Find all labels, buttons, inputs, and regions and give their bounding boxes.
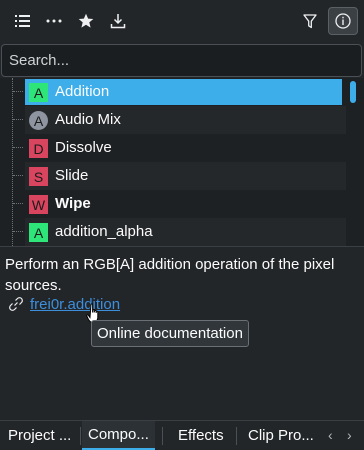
- item-label: Slide: [55, 167, 89, 184]
- tab-compositions[interactable]: Compo...: [82, 421, 155, 450]
- download-icon: [110, 14, 126, 29]
- scrollbar-thumb[interactable]: [350, 81, 356, 103]
- tab-effects[interactable]: Effects: [178, 421, 224, 450]
- list-item[interactable]: S Slide: [0, 162, 346, 190]
- effect-description: Perform an RGB[A] addition operation of …: [5, 256, 335, 294]
- item-badge: A: [29, 223, 48, 242]
- toolbar: [0, 0, 364, 42]
- list-view-button[interactable]: [9, 8, 37, 34]
- list-item[interactable]: A Audio Mix: [0, 106, 346, 134]
- tab-clip-properties[interactable]: Clip Pro...: [248, 421, 314, 450]
- tab-scroll-right-icon[interactable]: ›: [347, 427, 352, 443]
- list-scrollbar[interactable]: [347, 78, 360, 246]
- list-item[interactable]: W Wipe: [0, 190, 346, 218]
- tree-branch: [13, 119, 23, 120]
- tree-branch: [13, 147, 23, 148]
- favorites-button[interactable]: [72, 8, 100, 34]
- item-badge: A: [29, 111, 48, 130]
- divider: [0, 246, 364, 247]
- tooltip: Online documentation: [91, 320, 249, 347]
- more-icon: [46, 19, 62, 23]
- tree-branch: [13, 91, 23, 92]
- composition-panel: A Addition A Audio Mix D Dissolve S Slid…: [0, 0, 364, 450]
- tab-separator: [80, 427, 81, 445]
- download-button[interactable]: [104, 8, 132, 34]
- tab-scroll-left-icon[interactable]: ‹: [328, 427, 333, 443]
- item-label: Dissolve: [55, 139, 112, 156]
- search-box[interactable]: [1, 44, 362, 77]
- search-input[interactable]: [9, 52, 349, 69]
- more-options-button[interactable]: [40, 8, 68, 34]
- list-item[interactable]: D Dissolve: [0, 134, 346, 162]
- item-badge: W: [29, 195, 48, 214]
- item-badge: D: [29, 139, 48, 158]
- bottom-tab-bar: Project ... Compo... Effects Clip Pro...…: [0, 420, 364, 450]
- tree-branch: [13, 203, 23, 204]
- star-icon: [78, 13, 94, 28]
- list-item[interactable]: A addition_alpha: [0, 218, 346, 246]
- item-label: Addition: [55, 83, 110, 100]
- tab-separator: [162, 427, 163, 445]
- filter-icon: [303, 13, 317, 28]
- tree-branch: [13, 231, 23, 232]
- item-badge: S: [29, 167, 48, 186]
- list-item[interactable]: A Addition: [0, 78, 346, 106]
- list-icon: [15, 15, 30, 27]
- composition-list[interactable]: A Addition A Audio Mix D Dissolve S Slid…: [0, 78, 364, 246]
- info-button[interactable]: [328, 7, 358, 35]
- item-badge: A: [29, 83, 48, 102]
- item-label: addition_alpha: [55, 223, 153, 240]
- tree-branch: [13, 175, 23, 176]
- tab-separator: [236, 427, 237, 445]
- documentation-link-text[interactable]: frei0r.addition: [30, 296, 120, 313]
- info-icon: [335, 13, 351, 29]
- item-label: Wipe: [55, 195, 91, 212]
- item-label: Audio Mix: [55, 111, 121, 128]
- filter-button[interactable]: [296, 8, 324, 34]
- tab-project-bin[interactable]: Project ...: [8, 421, 71, 450]
- link-icon: [8, 296, 24, 312]
